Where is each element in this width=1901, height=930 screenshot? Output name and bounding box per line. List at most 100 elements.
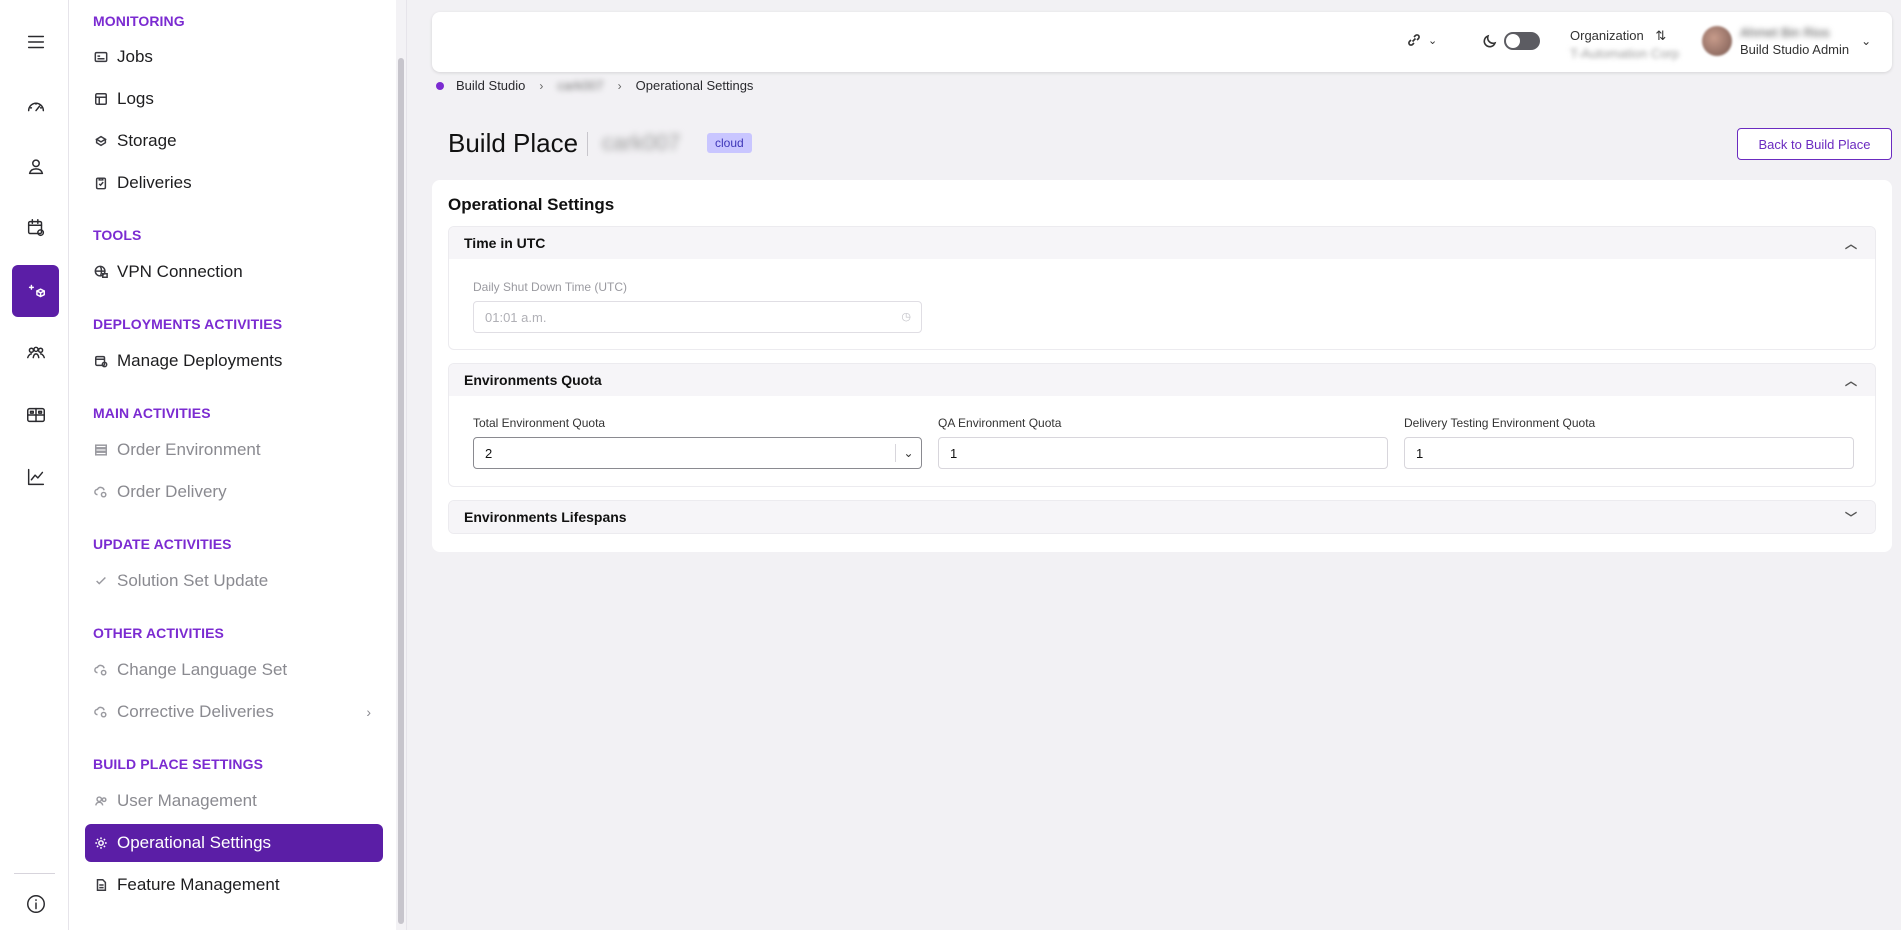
section-main: MAIN ACTIVITIES	[93, 405, 211, 421]
sidebar-item-jobs[interactable]: Jobs	[85, 38, 383, 76]
sidebar-item-change-language-set[interactable]: Change Language Set	[85, 651, 383, 689]
build-place-icon[interactable]	[12, 265, 59, 317]
sidebar-scrollbar[interactable]	[398, 58, 404, 924]
moon-icon	[1483, 34, 1497, 48]
shutdown-time-value: 01:01 a.m.	[485, 309, 547, 325]
sidebar-item-label: Operational Settings	[117, 833, 272, 852]
sidebar-item-deliveries[interactable]: Deliveries	[85, 164, 383, 202]
cloud-gear-icon	[93, 662, 109, 678]
user-menu[interactable]: Ahmet Bin Rios Build Studio Admin ⌄	[1702, 25, 1871, 57]
accordion-header-environments-lifespans[interactable]: Environments Lifespans ﹀	[449, 501, 1875, 533]
sidebar-item-storage[interactable]: Storage	[85, 122, 383, 160]
sidebar-item-label: Solution Set Update	[117, 571, 269, 590]
link-menu[interactable]: ⌄	[1406, 32, 1437, 48]
chevron-right-icon: ›	[366, 704, 371, 720]
sidebar-item-label: Storage	[117, 131, 177, 150]
rail-divider	[14, 873, 55, 874]
section-update: UPDATE ACTIVITIES	[93, 536, 232, 552]
sidebar-item-label: User Management	[117, 791, 257, 810]
users-icon	[93, 793, 109, 809]
person-icon[interactable]	[12, 141, 59, 193]
link-icon	[1408, 34, 1420, 46]
sidebar-item-label: Jobs	[117, 47, 153, 66]
storage-icon	[93, 133, 109, 149]
sidebar-item-label: Order Delivery	[117, 482, 227, 501]
cloud-gear-icon	[93, 704, 109, 720]
chevron-down-icon: ⌄	[895, 444, 921, 462]
dashboard-icon[interactable]	[12, 389, 59, 441]
breadcrumb-dot-icon	[436, 81, 444, 90]
sidebar-item-label: Change Language Set	[117, 660, 288, 679]
sidebar-item-corrective-deliveries[interactable]: Corrective Deliveries ›	[85, 693, 383, 731]
total-quota-label: Total Environment Quota	[473, 416, 606, 430]
sidebar-item-label: Manage Deployments	[117, 351, 283, 370]
theme-switcher[interactable]	[1482, 32, 1540, 50]
accordion-title: Environments Quota	[464, 372, 602, 388]
user-name: Ahmet Bin Rios	[1740, 25, 1830, 40]
team-icon[interactable]	[12, 327, 59, 379]
chart-icon[interactable]	[12, 451, 59, 503]
sidebar-item-operational-settings[interactable]: Operational Settings	[85, 824, 383, 862]
organization-name: T-Automation Corp	[1570, 46, 1680, 61]
section-monitoring: MONITORING	[93, 13, 185, 29]
swap-icon: ⇅	[1655, 28, 1667, 43]
sidebar-item-vpn[interactable]: VPN Connection	[85, 253, 383, 291]
sidebar-item-manage-deployments[interactable]: Manage Deployments	[85, 342, 383, 380]
logs-icon	[93, 91, 109, 107]
chevron-down-icon: ﹀	[1844, 511, 1857, 525]
accordion-header-time-utc[interactable]: Time in UTC ︿	[449, 227, 1875, 259]
calendar-gear-icon[interactable]	[12, 202, 59, 254]
accordion-title: Environments Lifespans	[464, 509, 627, 525]
sidebar-item-user-management[interactable]: User Management	[85, 782, 383, 820]
card-title: Operational Settings	[448, 195, 615, 214]
breadcrumb-root[interactable]: Build Studio	[456, 78, 525, 93]
qa-quota-input[interactable]: 1	[938, 437, 1388, 469]
page-title: Build Place	[448, 128, 579, 158]
sidebar-item-logs[interactable]: Logs	[85, 80, 383, 118]
check-refresh-icon	[93, 573, 109, 589]
sidebar-item-label: Deliveries	[117, 173, 192, 192]
document-icon	[93, 877, 109, 893]
section-settings: BUILD PLACE SETTINGS	[93, 756, 264, 772]
sidebar-item-label: Logs	[117, 89, 154, 108]
sidebar-item-order-delivery[interactable]: Order Delivery	[85, 473, 383, 511]
build-place-id: cark007	[602, 130, 681, 155]
total-quota-select[interactable]: 2 ⌄	[473, 437, 922, 469]
info-icon[interactable]	[12, 878, 59, 930]
back-to-build-place-button[interactable]: Back to Build Place	[1737, 128, 1892, 160]
title-divider	[587, 132, 588, 156]
chevron-right-icon: ›	[539, 78, 544, 93]
gear-icon	[93, 835, 109, 851]
sidebar-item-feature-management[interactable]: Feature Management	[85, 866, 383, 904]
breadcrumb-current: Operational Settings	[635, 78, 754, 93]
sidebar-item-label: Feature Management	[117, 875, 280, 894]
accordion-header-environments-quota[interactable]: Environments Quota ︿	[449, 364, 1875, 396]
menu-icon[interactable]	[12, 16, 59, 68]
globe-lock-icon	[93, 264, 109, 280]
chevron-up-icon: ︿	[1844, 374, 1857, 388]
breadcrumb-place[interactable]: cark007	[557, 78, 603, 93]
jobs-icon	[93, 49, 109, 65]
accordion-environments-quota: Environments Quota ︿ Total Environment Q…	[448, 363, 1876, 487]
user-role: Build Studio Admin	[1740, 42, 1850, 57]
status-badge: cloud	[707, 133, 752, 153]
shutdown-time-field[interactable]: 01:01 a.m. ◷	[473, 301, 922, 333]
section-other: OTHER ACTIVITIES	[93, 625, 224, 641]
sidebar-item-order-environment[interactable]: Order Environment	[85, 431, 383, 469]
chevron-down-icon: ⌄	[1861, 34, 1872, 48]
top-bar: ⌄ Organization ⇅ T-Automation Corp Ahmet…	[432, 12, 1892, 72]
icon-rail	[0, 0, 69, 930]
breadcrumb: Build Studio › cark007 › Operational Set…	[436, 78, 753, 93]
sidebar-item-solution-set-update[interactable]: Solution Set Update	[85, 562, 383, 600]
qa-quota-value: 1	[950, 445, 958, 461]
accordion-environments-lifespans: Environments Lifespans ﹀	[448, 500, 1876, 534]
speedometer-icon[interactable]	[12, 80, 59, 132]
organization-switcher[interactable]: Organization ⇅ T-Automation Corp	[1570, 28, 1679, 61]
server-icon	[93, 442, 109, 458]
delivery-quota-input[interactable]: 1	[1404, 437, 1854, 469]
qa-quota-label: QA Environment Quota	[938, 416, 1062, 430]
accordion-title: Time in UTC	[464, 235, 546, 251]
shutdown-time-label: Daily Shut Down Time (UTC)	[473, 280, 628, 294]
dark-mode-toggle[interactable]	[1504, 32, 1540, 50]
sidebar-item-label: Corrective Deliveries	[117, 702, 274, 721]
